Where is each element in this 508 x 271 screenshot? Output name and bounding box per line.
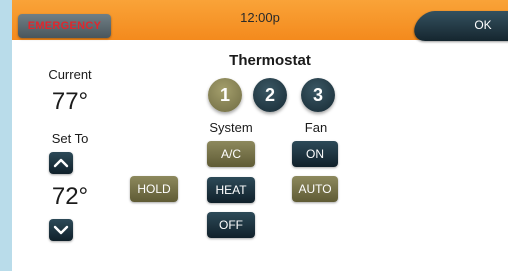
increase-setpoint-button[interactable] xyxy=(49,152,73,174)
ok-button-label[interactable]: OK xyxy=(465,18,501,32)
decrease-setpoint-button[interactable] xyxy=(49,219,73,241)
zone-2-button[interactable]: 2 xyxy=(253,78,287,112)
system-label: System xyxy=(209,120,253,135)
zone-3-button[interactable]: 3 xyxy=(301,78,335,112)
fan-label: Fan xyxy=(304,120,328,135)
thermostat-screen: EMERGENCY 12:00p OK Current 77° Set To 7… xyxy=(0,0,508,271)
system-heat-button[interactable]: HEAT xyxy=(207,177,255,203)
emergency-button[interactable]: EMERGENCY xyxy=(18,14,111,38)
current-temperature: 77° xyxy=(51,88,89,115)
chevron-up-icon xyxy=(53,158,69,168)
clock-time: 12:00p xyxy=(240,10,280,25)
zone-1-button[interactable]: 1 xyxy=(208,78,242,112)
set-to-label: Set To xyxy=(51,131,89,146)
set-temperature: 72° xyxy=(51,183,89,210)
chevron-down-icon xyxy=(53,225,69,235)
fan-on-button[interactable]: ON xyxy=(292,141,338,167)
hold-button[interactable]: HOLD xyxy=(130,176,178,202)
current-label: Current xyxy=(48,67,92,82)
page-title: Thermostat xyxy=(229,52,311,69)
system-off-button[interactable]: OFF xyxy=(207,212,255,238)
system-ac-button[interactable]: A/C xyxy=(207,141,255,167)
fan-auto-button[interactable]: AUTO xyxy=(292,176,338,202)
